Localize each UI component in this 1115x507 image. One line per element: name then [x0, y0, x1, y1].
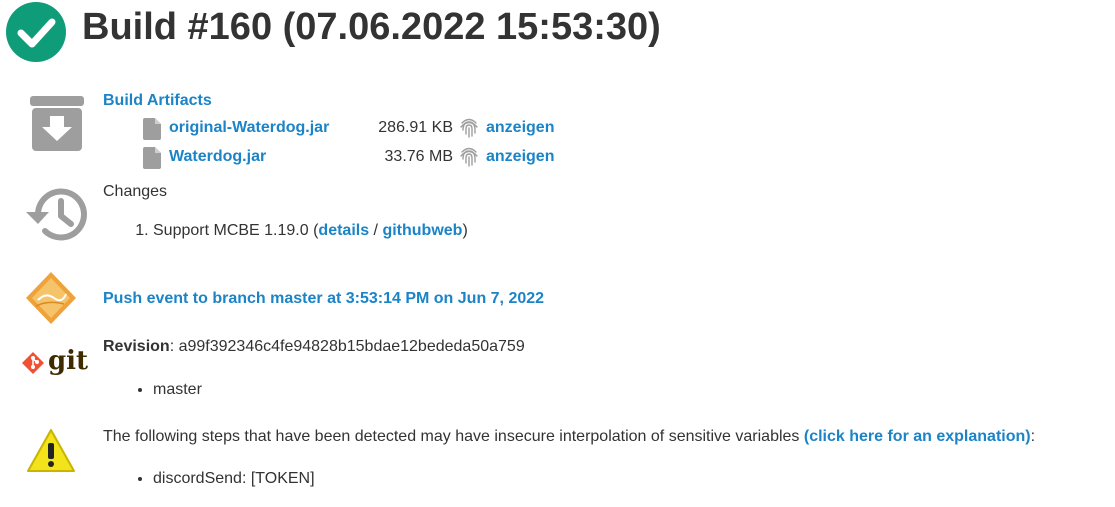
warning-text: The following steps that have been detec…	[103, 428, 804, 445]
git-diamond-icon	[22, 352, 44, 374]
fingerprint-icon[interactable]	[458, 146, 480, 168]
insecure-steps-list: discordSend: [TOKEN]	[103, 470, 315, 488]
changes-heading: Changes	[103, 183, 168, 200]
list-item: Support MCBE 1.19.0 (details / githubweb…	[153, 222, 468, 240]
revision-hash: : a99f392346c4fe94828b15bdae12bededa50a7…	[169, 338, 525, 355]
view-fingerprint-link[interactable]: anzeigen	[486, 148, 554, 166]
view-fingerprint-link[interactable]: anzeigen	[486, 119, 554, 137]
revision-line: Revision: a99f392346c4fe94828b15bdae12be…	[103, 338, 525, 356]
page-title: Build #160 (07.06.2022 15:53:30)	[82, 6, 661, 48]
git-logo-text: git	[48, 346, 89, 376]
list-item: discordSend: [TOKEN]	[153, 470, 315, 488]
separator: /	[369, 222, 383, 239]
change-suffix: )	[462, 222, 468, 239]
details-link[interactable]: details	[318, 222, 369, 239]
change-message: Support MCBE 1.19.0 (	[153, 222, 319, 239]
success-check-icon	[6, 2, 66, 62]
webhook-event-icon	[26, 272, 76, 324]
push-event-link[interactable]: Push event to branch master at 3:53:14 P…	[103, 290, 544, 308]
branch-list: master	[103, 381, 202, 399]
artifact-link-waterdog[interactable]: Waterdog.jar	[169, 148, 266, 166]
build-artifacts-link[interactable]: Build Artifacts	[103, 92, 212, 110]
githubweb-link[interactable]: githubweb	[382, 222, 462, 239]
git-logo: git	[22, 346, 89, 378]
artifact-link-original-waterdog[interactable]: original-Waterdog.jar	[169, 119, 329, 137]
fingerprint-icon[interactable]	[458, 117, 480, 139]
list-item: master	[153, 381, 202, 399]
file-icon	[143, 147, 161, 169]
history-icon	[26, 188, 87, 241]
file-icon	[143, 118, 161, 140]
explanation-link[interactable]: (click here for an explanation)	[804, 428, 1031, 445]
artifact-row: original-Waterdog.jar 286.91 KB	[143, 117, 453, 141]
changes-list: Support MCBE 1.19.0 (details / githubweb…	[125, 222, 468, 240]
warning-suffix: :	[1030, 428, 1036, 445]
warning-message: The following steps that have been detec…	[103, 428, 1035, 446]
download-box-icon	[30, 96, 84, 151]
artifact-row: Waterdog.jar 33.76 MB	[143, 146, 453, 170]
artifact-size: 286.91 KB	[378, 119, 453, 136]
artifact-size: 33.76 MB	[384, 148, 453, 165]
revision-label: Revision	[103, 338, 170, 355]
warning-icon	[27, 429, 75, 472]
